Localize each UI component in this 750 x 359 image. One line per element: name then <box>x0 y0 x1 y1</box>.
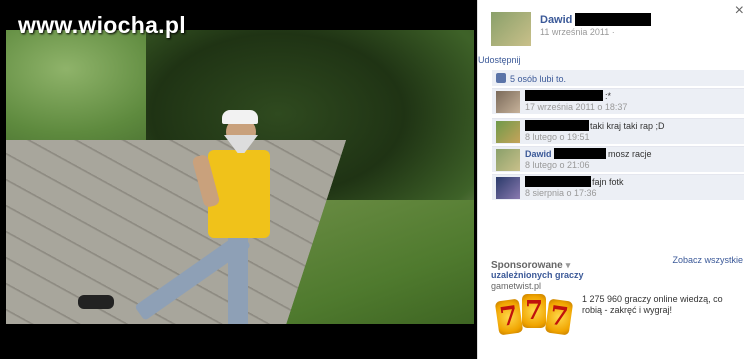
likes-bar: 5 osób lubi to. <box>492 70 744 86</box>
avatar[interactable] <box>491 12 531 46</box>
ad-image[interactable]: 7 7 7 <box>494 294 574 340</box>
ad[interactable]: uzależnionych graczy gametwist.pl 7 7 7 … <box>491 270 743 336</box>
person-cap <box>222 110 258 124</box>
see-all-link[interactable]: Zobacz wszystkie <box>672 255 743 265</box>
redaction-bar <box>525 176 591 187</box>
comment: taki kraj taki rap ;D 8 lutego o 19:51 <box>492 118 744 144</box>
photo-pane: www.wiocha.pl <box>0 0 477 359</box>
slot-seven-icon: 7 <box>494 298 524 336</box>
comment-text: :* <box>605 91 612 101</box>
owner-name[interactable]: Dawid <box>540 14 572 26</box>
person-shoe <box>78 295 114 309</box>
slot-seven-icon: 7 <box>522 294 546 328</box>
side-panel: × Dawid 11 września 2011 · Udostępnij 5 … <box>477 0 750 359</box>
avatar[interactable] <box>496 91 520 113</box>
watermark: www.wiocha.pl <box>18 12 186 38</box>
comment-date[interactable]: 17 września 2011 o 18:37 <box>525 102 627 112</box>
like-thumb-icon <box>496 73 506 83</box>
slot-seven-icon: 7 <box>544 298 574 336</box>
ad-domain[interactable]: gametwist.pl <box>491 281 743 291</box>
redaction-bar <box>575 13 651 26</box>
comment: Dawid mosz racje 8 lutego o 21:06 <box>492 146 744 172</box>
comment-date[interactable]: 8 sierpnia o 17:36 <box>525 188 597 198</box>
avatar[interactable] <box>496 177 520 199</box>
comment-text: taki kraj taki rap ;D <box>590 121 665 131</box>
comment-date[interactable]: 8 lutego o 19:51 <box>525 132 590 142</box>
share-link[interactable]: Udostępnij <box>478 55 521 65</box>
ad-description: 1 275 960 graczy online wiedzą, co robią… <box>582 294 723 315</box>
avatar[interactable] <box>496 121 520 143</box>
comment: fajn fotk 8 sierpnia o 17:36 <box>492 174 744 200</box>
comment-text: mosz racje <box>608 149 652 159</box>
redaction-bar <box>525 90 603 101</box>
comment-date[interactable]: 8 lutego o 21:06 <box>525 160 590 170</box>
comment-author[interactable]: Dawid <box>525 149 552 159</box>
redaction-bar <box>525 120 589 131</box>
redaction-bar <box>554 148 606 159</box>
owner-date[interactable]: 11 września 2011 · <box>540 27 615 37</box>
comment: :* 17 września 2011 o 18:37 <box>492 88 744 114</box>
comment-text: fajn fotk <box>592 177 624 187</box>
photo[interactable] <box>6 30 474 324</box>
likes-text[interactable]: 5 osób lubi to. <box>510 74 566 84</box>
photo-owner: Dawid 11 września 2011 · <box>491 12 741 52</box>
person-leg <box>228 230 248 324</box>
avatar[interactable] <box>496 149 520 171</box>
chevron-down-icon[interactable]: ▾ <box>566 260 571 270</box>
photo-person <box>76 105 276 324</box>
ad-title[interactable]: uzależnionych graczy <box>491 270 743 280</box>
